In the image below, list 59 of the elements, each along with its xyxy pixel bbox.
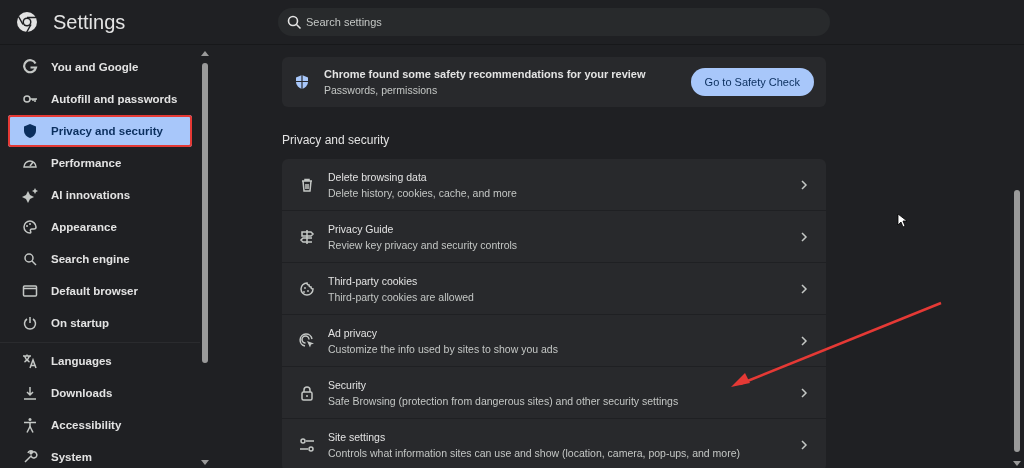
settings-row[interactable]: Third-party cookies Third-party cookies are allowed [282, 263, 826, 315]
row-subtitle: Review key privacy and security controls [328, 238, 519, 251]
search-icon [22, 251, 38, 267]
download-icon [22, 385, 38, 401]
translate-icon [22, 353, 38, 369]
sidebar-item[interactable]: Search engine [8, 243, 192, 275]
power-icon [22, 315, 38, 331]
row-subtitle: Safe Browsing (protection from dangerous sites) and other security settings [328, 394, 680, 407]
sidebar-item[interactable]: Accessibility [8, 409, 192, 441]
signpost-icon [299, 228, 315, 245]
row-title: Ad privacy [328, 326, 379, 339]
sidebar-item[interactable]: Performance [8, 147, 192, 179]
target-cursor-icon [299, 332, 315, 349]
row-subtitle: Customize the info used by sites to show you ads [328, 342, 559, 355]
settings-row[interactable]: Privacy Guide Review key privacy and security controls [282, 211, 826, 263]
wrench-icon [22, 449, 38, 465]
scrollbar[interactable] [200, 51, 210, 465]
row-subtitle: Delete history, cookies, cache, and more [328, 186, 518, 199]
row-title: Privacy Guide [328, 222, 395, 235]
browser-logo-icon [16, 11, 38, 33]
lock-icon [299, 384, 315, 401]
palette-icon [22, 219, 38, 235]
safety-check-button[interactable]: Go to Safety Check [690, 68, 814, 96]
accessibility-icon [22, 417, 38, 433]
sidebar-item[interactable]: Languages [8, 345, 192, 377]
sidebar-item[interactable]: Default browser [8, 275, 192, 307]
sidebar-item[interactable]: System [8, 441, 192, 468]
sliders-icon [299, 436, 315, 453]
sidebar-item[interactable]: You and Google [8, 51, 192, 83]
sparkle-icon [22, 187, 38, 203]
card-subtitle: Passwords, permissions [324, 84, 439, 96]
settings-row[interactable]: Ad privacy Customize the info used by sites to show you ads [282, 315, 826, 367]
shield-icon [22, 123, 38, 139]
scrollbar[interactable] [1014, 190, 1020, 452]
row-subtitle: Third-party cookies are allowed [328, 290, 475, 303]
search-field[interactable]: Search settings [278, 8, 830, 36]
row-title: Security [328, 378, 367, 391]
shield-check-icon [294, 74, 310, 90]
row-title: Site settings [328, 430, 387, 443]
trash-icon [299, 176, 315, 193]
g-letter-icon [22, 59, 38, 75]
section-heading: Privacy and security [282, 133, 391, 147]
cookie-icon [299, 280, 315, 297]
sidebar-item[interactable]: AI innovations [8, 179, 192, 211]
row-title: Delete browsing data [328, 170, 428, 183]
browser-window-icon [22, 283, 38, 299]
row-subtitle: Controls what information sites can use and show (location, camera, pop-ups, and more) [328, 446, 742, 459]
sidebar-item[interactable]: Privacy and security [8, 115, 192, 147]
sidebar-item[interactable]: Appearance [8, 211, 192, 243]
mouse-cursor-icon [897, 213, 907, 228]
settings-row[interactable]: Site settings Controls what information sites can use and show (location, camera, pop-ups, and more) [282, 419, 826, 468]
sidebar-item[interactable]: On startup [8, 307, 192, 339]
settings-row[interactable]: Delete browsing data Delete history, cookies, cache, and more [282, 159, 826, 211]
sidebar-item[interactable]: Autofill and passwords [8, 83, 192, 115]
search-icon [286, 14, 302, 30]
sidebar-item[interactable]: Downloads [8, 377, 192, 409]
card-title: Chrome found some safety recommendations for your review [324, 68, 647, 80]
page-title: Settings [53, 10, 127, 34]
row-title: Third-party cookies [328, 274, 419, 287]
